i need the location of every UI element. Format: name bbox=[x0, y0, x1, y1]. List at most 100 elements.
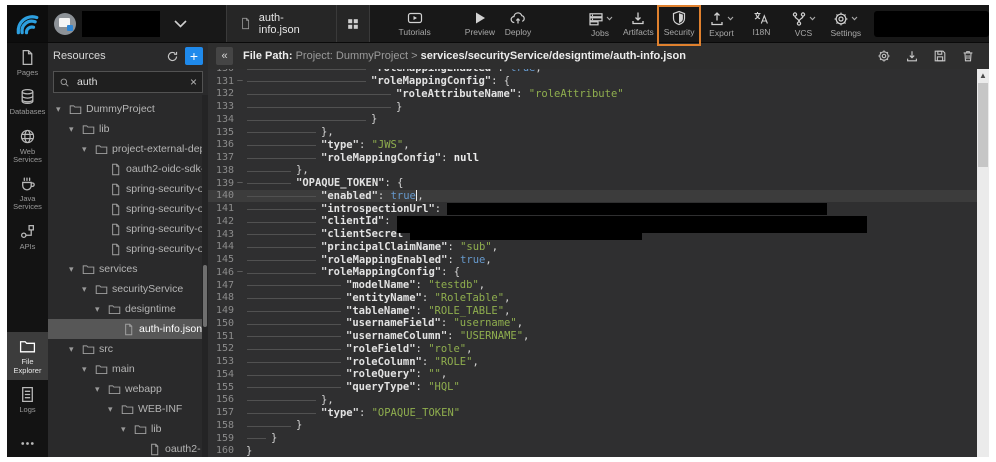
chevron-down-icon[interactable]: ▾ bbox=[82, 284, 91, 295]
refresh-icon[interactable] bbox=[166, 50, 179, 63]
code-line-152[interactable]: 152"roleField": "role", bbox=[208, 343, 977, 356]
code-line-132[interactable]: 132"roleAttributeName": "roleAttribute" bbox=[208, 88, 977, 101]
chevron-down-icon[interactable]: ▾ bbox=[82, 144, 91, 155]
tree-item-oauth2-[interactable]: oauth2- bbox=[48, 439, 208, 457]
code-line-146[interactable]: 146‒"roleMappingConfig": { bbox=[208, 266, 977, 279]
sidebar-item-logs[interactable]: Logs bbox=[7, 380, 48, 419]
i18n-button[interactable]: I18N bbox=[743, 8, 779, 39]
code-line-134[interactable]: 134} bbox=[208, 113, 977, 126]
code-line-148[interactable]: 148"entityName": "RoleTable", bbox=[208, 292, 977, 305]
gear-icon[interactable] bbox=[877, 49, 891, 63]
grid-view-button[interactable] bbox=[336, 5, 369, 42]
tree-item-oauth2-oidc-sdk-10[interactable]: oauth2-oidc-sdk-10 bbox=[48, 159, 208, 179]
clear-search-icon[interactable]: × bbox=[190, 75, 197, 89]
file-actions bbox=[877, 49, 975, 63]
vcs-button[interactable]: VCS bbox=[785, 7, 821, 40]
code-line-145[interactable]: 145"roleMappingEnabled": true, bbox=[208, 253, 977, 266]
jobs-button[interactable]: Jobs bbox=[582, 7, 618, 40]
search-input[interactable] bbox=[75, 75, 185, 89]
artifacts-button[interactable]: Artifacts bbox=[620, 8, 657, 39]
code-line-154[interactable]: 154"roleQuery": "", bbox=[208, 368, 977, 381]
fold-marker[interactable]: ‒ bbox=[234, 76, 246, 86]
tree-item-src[interactable]: ▾src bbox=[48, 339, 208, 359]
code-line-149[interactable]: 149"tableName": "ROLE_TABLE", bbox=[208, 304, 977, 317]
tree-item-project-external-depend[interactable]: ▾project-external-depend bbox=[48, 139, 208, 159]
editor-scrollbar[interactable]: ▲ bbox=[977, 69, 989, 457]
code-token: : bbox=[359, 407, 372, 419]
code-editor[interactable]: 130"roleMappingEnabled": true,131‒"roleM… bbox=[208, 69, 989, 457]
code-line-151[interactable]: 151"usernameColumn": "USERNAME", bbox=[208, 330, 977, 343]
security-button[interactable]: Security bbox=[661, 8, 698, 39]
tree-item-auth-info.json[interactable]: auth-info.json bbox=[48, 319, 208, 339]
project-selector[interactable] bbox=[48, 5, 218, 42]
chevron-down-icon[interactable]: ▾ bbox=[121, 424, 130, 435]
code-line-155[interactable]: 155"queryType": "HQL" bbox=[208, 381, 977, 394]
code-line-140[interactable]: 140"enabled": true, bbox=[208, 190, 977, 203]
tab-auth-info[interactable]: auth-info.json bbox=[227, 5, 336, 42]
tree-item-DummyProject[interactable]: ▾DummyProject bbox=[48, 99, 208, 119]
tree-item-spring-security-oaut[interactable]: spring-security-oaut bbox=[48, 179, 208, 199]
sidebar-item-web-services[interactable]: Web Services bbox=[7, 122, 48, 170]
sidebar-item-databases[interactable]: Databases bbox=[7, 82, 48, 121]
code-line-139[interactable]: 139‒"OPAQUE_TOKEN": { bbox=[208, 177, 977, 190]
code-line-160[interactable]: 160} bbox=[208, 445, 977, 458]
code-line-153[interactable]: 153"roleColumn": "ROLE", bbox=[208, 355, 977, 368]
fold-marker[interactable]: ‒ bbox=[234, 267, 246, 277]
scroll-up-arrow[interactable]: ▲ bbox=[977, 69, 989, 81]
collapse-panel-button[interactable]: « bbox=[216, 47, 233, 65]
settings-button[interactable]: Settings bbox=[827, 7, 864, 40]
chevron-down-icon[interactable]: ▾ bbox=[69, 264, 78, 275]
chevron-down-icon[interactable]: ▾ bbox=[82, 364, 91, 375]
tree-item-webapp[interactable]: ▾webapp bbox=[48, 379, 208, 399]
code-line-159[interactable]: 159} bbox=[208, 432, 977, 445]
code-line-137[interactable]: 137"roleMappingConfig": null bbox=[208, 151, 977, 164]
trash-icon[interactable] bbox=[961, 49, 975, 63]
tree-item-main[interactable]: ▾main bbox=[48, 359, 208, 379]
code-line-138[interactable]: 138}, bbox=[208, 164, 977, 177]
app-logo[interactable] bbox=[7, 5, 48, 42]
tutorials-button[interactable]: Tutorials bbox=[396, 8, 434, 39]
sidebar-item-file-explorer[interactable]: File Explorer bbox=[7, 332, 48, 380]
save-icon[interactable] bbox=[933, 49, 947, 63]
add-resource-button[interactable]: + bbox=[185, 47, 203, 65]
tree-item-securityService[interactable]: ▾securityService bbox=[48, 279, 208, 299]
chevron-down-icon[interactable]: ▾ bbox=[56, 104, 65, 115]
code-line-135[interactable]: 135}, bbox=[208, 126, 977, 139]
code-line-136[interactable]: 136"type": "JWS", bbox=[208, 139, 977, 152]
sidebar-item-apis[interactable]: APIs bbox=[7, 217, 48, 256]
code-line-133[interactable]: 133} bbox=[208, 100, 977, 113]
export-button[interactable]: Export bbox=[703, 7, 739, 40]
chevron-down-icon[interactable]: ▾ bbox=[69, 344, 78, 355]
chevron-down-icon[interactable] bbox=[174, 15, 187, 33]
tree-item-designtime[interactable]: ▾designtime bbox=[48, 299, 208, 319]
tree-item-spring-security-oaut[interactable]: spring-security-oaut bbox=[48, 239, 208, 259]
chevron-down-icon[interactable]: ▾ bbox=[69, 124, 78, 135]
deploy-button[interactable]: Deploy bbox=[500, 8, 536, 39]
code-line-131[interactable]: 131‒"roleMappingConfig": { bbox=[208, 75, 977, 88]
sidebar-item-java-services[interactable]: Java Services bbox=[7, 169, 48, 217]
code-line-144[interactable]: 144"principalClaimName": "sub", bbox=[208, 241, 977, 254]
tree-item-lib[interactable]: ▾lib bbox=[48, 419, 208, 439]
code-line-147[interactable]: 147"modelName": "testdb", bbox=[208, 279, 977, 292]
chevron-down-icon[interactable]: ▾ bbox=[95, 384, 104, 395]
fold-marker[interactable]: ‒ bbox=[234, 178, 246, 188]
tree-item-WEB-INF[interactable]: ▾WEB-INF bbox=[48, 399, 208, 419]
code-line-158[interactable]: 158} bbox=[208, 419, 977, 432]
tree-item-spring-security-oaut[interactable]: spring-security-oaut bbox=[48, 199, 208, 219]
download-icon[interactable] bbox=[905, 49, 919, 63]
sidebar-item-pages[interactable]: Pages bbox=[7, 43, 48, 82]
sidebar-item-more[interactable] bbox=[7, 429, 48, 457]
preview-button[interactable]: Preview bbox=[462, 8, 498, 39]
code-line-141[interactable]: 141"introspectionUrl": bbox=[208, 202, 977, 215]
chevron-down-icon[interactable]: ▾ bbox=[108, 404, 117, 415]
tree-item-lib[interactable]: ▾lib bbox=[48, 119, 208, 139]
tree-item-spring-security-oaut[interactable]: spring-security-oaut bbox=[48, 219, 208, 239]
code-line-150[interactable]: 150"usernameField": "username", bbox=[208, 317, 977, 330]
code-line-142[interactable]: 142"clientId": bbox=[208, 215, 977, 228]
editor-scrollbar-thumb[interactable] bbox=[978, 83, 988, 167]
code-line-157[interactable]: 157"type": "OPAQUE_TOKEN" bbox=[208, 406, 977, 419]
tree-scrollbar-thumb[interactable] bbox=[203, 265, 207, 327]
code-line-156[interactable]: 156}, bbox=[208, 394, 977, 407]
tree-item-services[interactable]: ▾services bbox=[48, 259, 208, 279]
chevron-down-icon[interactable]: ▾ bbox=[95, 304, 104, 315]
